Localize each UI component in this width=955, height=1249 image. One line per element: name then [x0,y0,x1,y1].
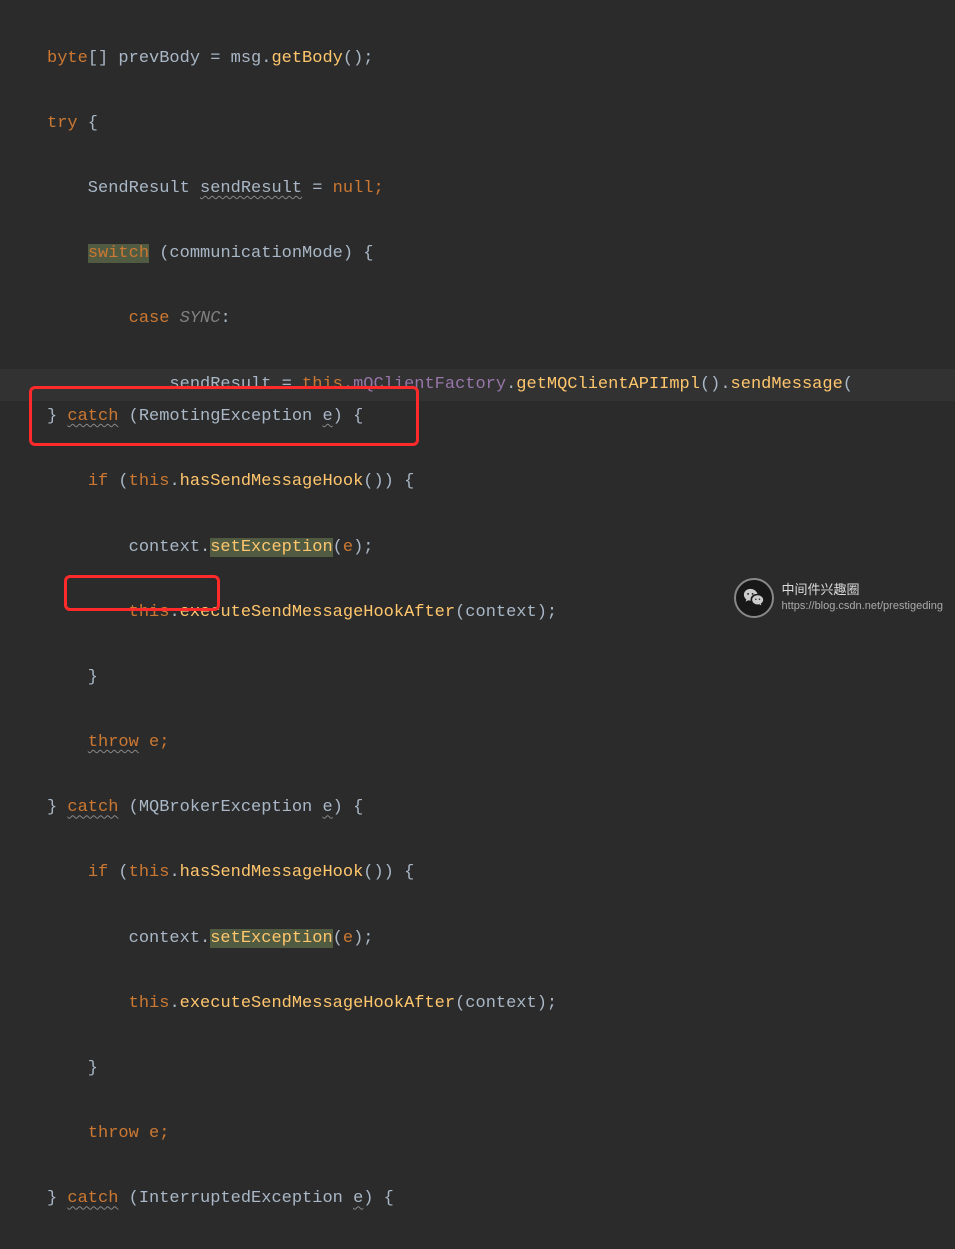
code-line: case SYNC: [47,303,955,336]
code-line: } catch (RemotingException e) { [47,401,955,434]
code-line: throw e; [47,1118,955,1151]
code-line: } [47,1053,955,1086]
code-editor[interactable]: byte[] prevBody = msg.getBody(); try { S… [0,0,955,1249]
code-line: context.setException(e); [47,923,955,956]
watermark-text: 中间件兴趣圈 https://blog.csdn.net/prestigedin… [782,582,943,614]
watermark-title: 中间件兴趣圈 [782,582,943,598]
code-line: if (this.hasSendMessageHook()) { [47,857,955,890]
keyword-byte: byte [47,49,88,68]
wechat-icon [734,578,774,618]
watermark: 中间件兴趣圈 https://blog.csdn.net/prestigedin… [734,578,943,618]
code-line: } catch (InterruptedException e) { [47,1183,955,1216]
code-line: if (this.hasSendMessageHook()) { [47,466,955,499]
code-line: } catch (MQBrokerException e) { [47,792,955,825]
watermark-url: https://blog.csdn.net/prestigeding [782,598,943,614]
code-line: try { [47,108,955,141]
code-line: throw e; [47,727,955,760]
code-line-highlighted: sendResult = this.mQClientFactory.getMQC… [0,369,955,402]
code-line: SendResult sendResult = null; [47,173,955,206]
code-line: } [47,662,955,695]
code-line: this.executeSendMessageHookAfter(context… [47,988,955,1021]
code-line: byte[] prevBody = msg.getBody(); [47,43,955,76]
code-line: switch (communicationMode) { [47,238,955,271]
code-line: context.setException(e); [47,532,955,565]
